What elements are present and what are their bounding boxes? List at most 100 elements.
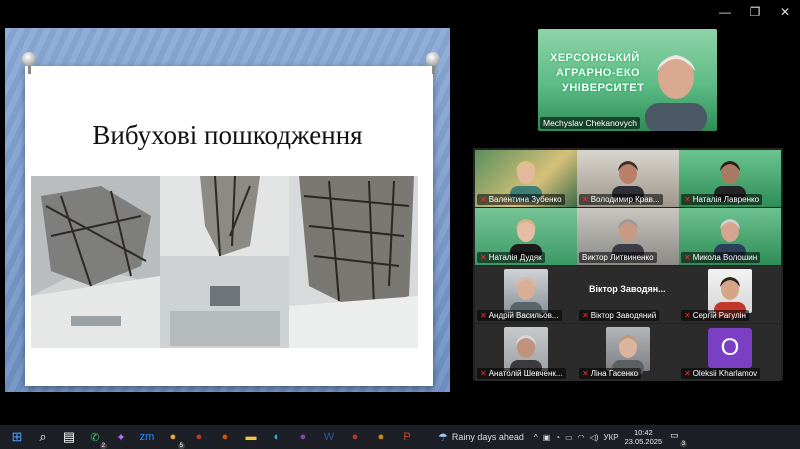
close-button[interactable]: ✕ [770,0,800,24]
participant-name-tag: ✕ Наталія Лавренко [681,194,763,205]
participant-name: Анатолій Шевченк... [488,369,563,378]
volume-icon[interactable]: ◁) [590,433,599,442]
participant-tile[interactable]: ✕ Микола Волошин [679,208,781,265]
slide-title: Вибухові пошкодження [92,120,363,150]
participant-name: Андрій Васильов... [488,311,559,320]
participant-name: Наталія Дудяк [488,253,542,262]
participant-title: Віктор Заводян... [589,284,666,294]
notification-count: 3 [679,441,688,447]
muted-mic-icon: ✕ [684,195,691,204]
copilot-icon[interactable]: ✦ [112,428,130,446]
muted-mic-icon: ✕ [480,195,487,204]
participant-name-tag: ✕ Володимир Крав... [579,194,663,205]
taskbar-apps: ⊞ ⌕ ▤ ✆ 2 ✦ zm ● 5 ● ● ▬ ◐ ● W ● ● P [4,428,420,449]
notification-center-button[interactable]: ▭ 3 [670,430,688,447]
participant-name-tag: ✕ Сергій Рагулін [681,310,749,321]
participant-tile[interactable]: O ✕ Oleksii Kharlamov [679,324,781,381]
battery-icon[interactable]: ▭ [565,433,573,442]
muted-mic-icon: ✕ [480,311,487,320]
network-icon[interactable]: ◔ [555,433,560,442]
participant-tile[interactable]: ✕ Наталія Лавренко [679,150,781,207]
participant-name: Ліна Гасенко [590,369,639,378]
participant-name: Володимир Крав... [590,195,660,204]
muted-mic-icon: ✕ [480,253,487,262]
file-explorer-icon[interactable]: ▬ [242,428,260,446]
clock-time: 10:42 [633,428,653,437]
participant-name: Микола Волошин [692,253,758,262]
muted-mic-icon: ✕ [480,369,487,378]
participant-tile[interactable]: Віктор Заводян... ✕ Віктор Заводяний [577,266,679,323]
participant-name: Валентина Зубенко [488,195,562,204]
participant-name: Виктор Литвиненко [582,253,654,262]
chrome-profile-3-icon[interactable]: ● [294,428,312,446]
participant-name-tag: ✕ Валентина Зубенко [477,194,565,205]
weather-widget[interactable]: ☂ Rainy days ahead [438,431,524,444]
wall-sign: ХЕРСОНСЬКИЙ АГРАРНО-ЕКО УНІВЕРСИТЕТ [550,52,645,94]
chrome-profile-4-icon[interactable]: ● [346,428,364,446]
participant-name-tag: ✕ Анатолій Шевченк... [477,368,566,379]
tray-chevron-icon[interactable]: ^ [534,433,538,442]
chrome-profile-5-icon[interactable]: ● [372,428,390,446]
damage-photo-2 [160,176,289,348]
screen: — ❐ ✕ Вибухові пошкодження ХЕРСОНСЬКИЙ А… [0,0,800,449]
damage-photo-3 [289,176,418,348]
word-icon[interactable]: W [320,428,338,446]
muted-mic-icon: ✕ [582,195,589,204]
muted-mic-icon: ✕ [684,253,691,262]
participant-name-tag: ✕ Віктор Заводяний [579,310,660,321]
powerpoint-icon[interactable]: P [398,428,416,446]
avatar: O [708,328,752,368]
participant-name: Наталія Лавренко [692,195,760,204]
edge-icon[interactable]: ◐ [268,428,286,446]
clock-date: 23.05.2025 [624,437,663,446]
pushpin-left-icon [22,52,36,74]
participant-tile[interactable]: ✕ Ліна Гасенко [577,324,679,381]
muted-mic-icon: ✕ [582,369,589,378]
participant-name-tag: ✕ Микола Волошин [681,252,761,263]
participant-name-tag: ✕ Наталія Дудяк [477,252,545,263]
speaker-name: Mechyslav Chekanovych [540,117,641,129]
muted-mic-icon: ✕ [582,311,589,320]
participant-name-tag: Виктор Литвиненко [579,252,657,263]
participant-tile[interactable]: ✕ Андрій Васильов... [475,266,577,323]
weather-text: Rainy days ahead [451,432,524,442]
language-indicator[interactable]: УКР [603,433,618,442]
wifi-icon[interactable]: ◠ [578,433,585,442]
notification-icon: ▭ [670,430,679,440]
participant-name-tag: ✕ Oleksii Kharlamov [681,368,761,379]
muted-mic-icon: ✕ [684,369,691,378]
shared-slide: Вибухові пошкодження [5,28,450,392]
chrome-profile-2-icon[interactable]: ● [216,428,234,446]
participant-name-tag: ✕ Андрій Васильов... [477,310,562,321]
participant-name-tag: ✕ Ліна Гасенко [579,368,642,379]
chrome-profile-icon[interactable]: ● [190,428,208,446]
zoom-icon[interactable]: zm [138,428,156,446]
participant-name: Oleksii Kharlamov [692,369,758,378]
participant-gallery: ✕ Валентина Зубенко ✕ Володимир Крав... ✕ Нат… [473,148,783,381]
windows-start-icon[interactable]: ⊞ [8,428,26,446]
participant-tile[interactable]: ✕ Володимир Крав... [577,150,679,207]
minimize-button[interactable]: — [710,0,740,24]
participant-tile[interactable]: ✕ Валентина Зубенко [475,150,577,207]
participant-tile[interactable]: ✕ Анатолій Шевченк... [475,324,577,381]
whatsapp-icon[interactable]: ✆ 2 [86,428,107,449]
window-controls: — ❐ ✕ [710,0,800,24]
chrome-icon[interactable]: ● 5 [164,428,185,449]
weather-icon: ☂ [438,431,448,444]
active-speaker-tile[interactable]: ХЕРСОНСЬКИЙ АГРАРНО-ЕКО УНІВЕРСИТЕТ Mech… [538,29,717,131]
pushpin-right-icon [426,52,440,74]
speaker-video [645,55,707,131]
muted-mic-icon: ✕ [684,311,691,320]
restore-button[interactable]: ❐ [740,0,770,24]
taskbar: ⊞ ⌕ ▤ ✆ 2 ✦ zm ● 5 ● ● ▬ ◐ ● W ● ● P ☂ Rainy days ahead ^… [0,425,800,449]
participant-tile[interactable]: ✕ Наталія Дудяк [475,208,577,265]
search-icon[interactable]: ⌕ [34,428,52,446]
camera-icon[interactable]: ▣ [543,433,551,442]
participant-tile[interactable]: Виктор Литвиненко [577,208,679,265]
damage-photo-1 [31,176,160,348]
participant-name: Віктор Заводяний [590,311,657,320]
participant-tile[interactable]: ✕ Сергій Рагулін [679,266,781,323]
task-view-icon[interactable]: ▤ [60,428,78,446]
clock[interactable]: 10:42 23.05.2025 [625,428,663,446]
participant-name: Сергій Рагулін [692,311,746,320]
